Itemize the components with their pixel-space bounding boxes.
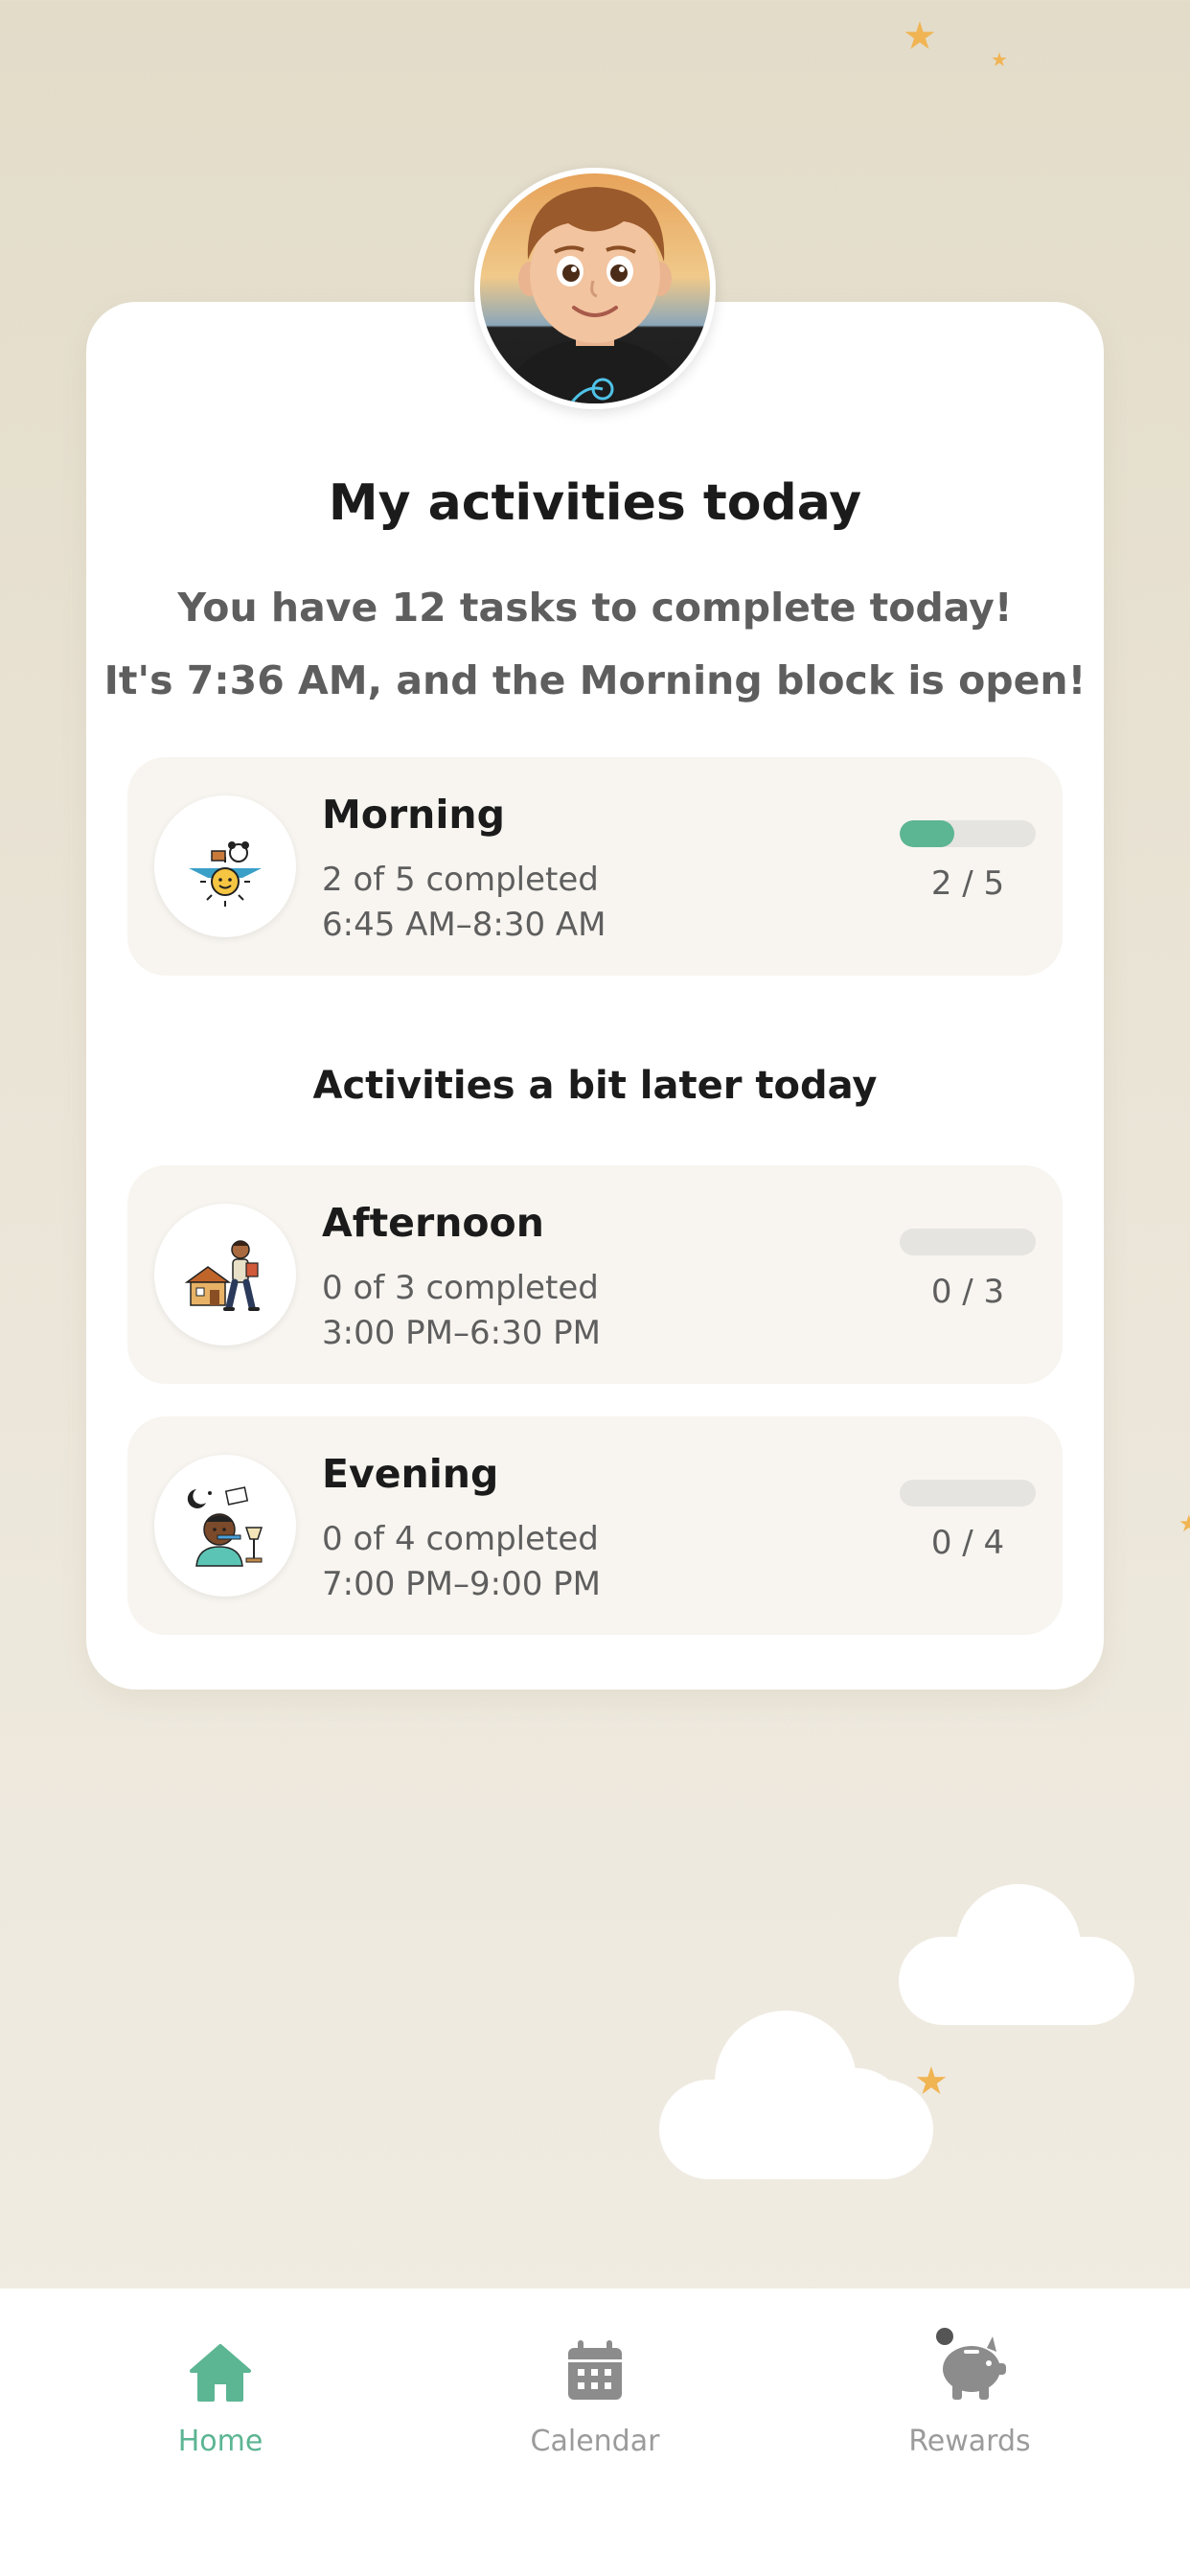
avatar-illustration: [499, 187, 691, 403]
progress-count: 2 / 5: [930, 864, 1005, 903]
block-time-range: 6:45 AM–8:30 AM: [322, 906, 606, 944]
block-completed-text: 0 of 3 completed: [322, 1269, 599, 1307]
nav-home[interactable]: Home: [96, 2327, 345, 2458]
progress-bar: [900, 1480, 1036, 1506]
nav-calendar[interactable]: Calendar: [470, 2327, 720, 2458]
progress-count: 0 / 3: [930, 1273, 1005, 1311]
child-avatar[interactable]: [474, 168, 716, 409]
block-name: Afternoon: [322, 1200, 544, 1246]
nav-calendar-label: Calendar: [530, 2425, 660, 2458]
block-card-evening[interactable]: Evening 0 of 4 completed 7:00 PM–9:00 PM…: [127, 1416, 1063, 1635]
progress-bar: [900, 820, 1036, 847]
star-decoration: ★: [903, 14, 937, 58]
later-section-title: Activities a bit later today: [312, 1064, 878, 1108]
block-time-range: 3:00 PM–6:30 PM: [322, 1314, 601, 1352]
block-time-range: 7:00 PM–9:00 PM: [322, 1565, 601, 1603]
block-completed-text: 2 of 5 completed: [322, 861, 599, 899]
block-status-message: It's 7:36 AM, and the Morning block is o…: [103, 657, 1087, 703]
home-icon: [96, 2327, 345, 2404]
star-decoration: ★: [1179, 1510, 1190, 1537]
progress-count: 0 / 4: [930, 1524, 1005, 1562]
progress-fill: [900, 820, 954, 847]
block-name: Morning: [322, 792, 505, 838]
block-card-morning[interactable]: Morning 2 of 5 completed 6:45 AM–8:30 AM…: [127, 757, 1063, 976]
bottom-navigation: Home Calendar Rewards: [0, 2288, 1190, 2576]
task-summary: You have 12 tasks to complete today!: [177, 585, 1013, 631]
nav-rewards[interactable]: Rewards: [845, 2327, 1094, 2458]
progress-bar: [900, 1229, 1036, 1255]
cloud-decoration: [899, 1884, 1134, 2028]
calendar-icon: [470, 2327, 720, 2404]
block-card-afternoon[interactable]: Afternoon 0 of 3 completed 3:00 PM–6:30 …: [127, 1165, 1063, 1384]
nav-home-label: Home: [177, 2425, 263, 2458]
block-name: Evening: [322, 1451, 499, 1497]
evening-toothbrush-icon: [154, 1455, 296, 1597]
morning-sun-icon: [154, 795, 296, 937]
nav-rewards-label: Rewards: [908, 2425, 1031, 2458]
page-title: My activities today: [328, 474, 862, 532]
piggy-bank-icon: [845, 2327, 1094, 2404]
star-decoration: ★: [991, 48, 1008, 71]
afternoon-walk-icon: [154, 1204, 296, 1346]
cloud-decoration: [659, 2011, 933, 2179]
block-completed-text: 0 of 4 completed: [322, 1520, 599, 1558]
